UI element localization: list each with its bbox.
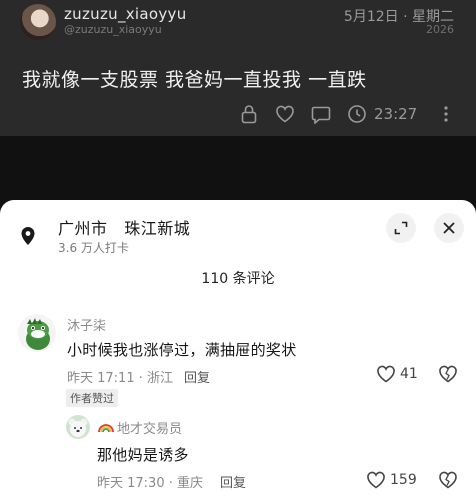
- post-year: 2026: [426, 23, 454, 36]
- dinosaur-avatar[interactable]: [18, 314, 56, 352]
- dislike-icon[interactable]: [438, 365, 458, 387]
- bear-avatar[interactable]: [66, 415, 90, 439]
- expand-button[interactable]: [386, 213, 416, 243]
- like-button[interactable]: 41: [376, 365, 418, 383]
- reply-button[interactable]: 回复: [184, 367, 210, 386]
- lock-icon[interactable]: [238, 103, 260, 125]
- heart-icon: [377, 365, 395, 383]
- like-button[interactable]: 159: [366, 471, 417, 489]
- like-count: 159: [390, 472, 417, 488]
- comment-author[interactable]: 沐子柒: [67, 315, 106, 334]
- dislike-icon[interactable]: [438, 471, 458, 493]
- comment-text: 那他妈是诱多: [97, 446, 189, 464]
- map-pin-icon: [19, 226, 37, 250]
- comment-meta: 昨天 17:30 · 重庆: [97, 476, 203, 491]
- heart-icon[interactable]: [274, 103, 296, 125]
- comments-sheet: 广州市 珠江新城 3.6 万人打卡 110 条评论 沐子柒 小时候我也涨停过，满…: [0, 200, 476, 500]
- user-avatar[interactable]: [20, 4, 56, 40]
- post-handle: @zuzuzu_xiaoyyu: [64, 23, 162, 36]
- close-button[interactable]: [434, 213, 464, 243]
- post-actions: 23:27: [238, 103, 457, 125]
- author-liked-badge: 作者赞过: [66, 389, 118, 407]
- comment-meta: 昨天 17:11 · 浙江: [67, 371, 173, 386]
- more-icon[interactable]: [435, 103, 457, 125]
- expand-icon: [394, 221, 408, 235]
- heart-icon: [367, 471, 385, 489]
- comment-icon[interactable]: [310, 103, 332, 125]
- location-checkins: 3.6 万人打卡: [58, 241, 129, 255]
- post-time: 23:27: [374, 105, 418, 123]
- close-icon: [443, 222, 455, 234]
- post-text: 我就像一支股票 我爸妈一直投我 一直跌: [22, 69, 367, 91]
- post-card: zuzuzu_xiaoyyu @zuzuzu_xiaoyyu 5月12日 · 星…: [0, 0, 476, 136]
- clock-icon: [346, 103, 368, 125]
- comment-text: 小时候我也涨停过，满抽屉的奖状: [67, 341, 297, 359]
- like-count: 41: [400, 366, 418, 382]
- reply-button[interactable]: 回复: [220, 472, 246, 491]
- comment-author[interactable]: 地才交易员: [117, 418, 182, 437]
- rainbow-icon: [97, 418, 115, 437]
- post-username[interactable]: zuzuzu_xiaoyyu: [64, 5, 187, 23]
- comments-count: 110 条评论: [201, 271, 275, 287]
- location-name[interactable]: 广州市 珠江新城: [58, 215, 190, 239]
